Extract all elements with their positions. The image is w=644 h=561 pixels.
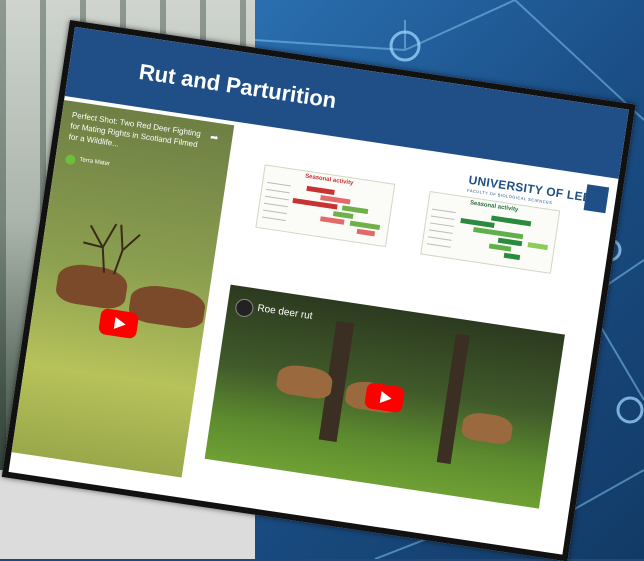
antlers-icon: [83, 223, 141, 275]
deer-figure: [275, 362, 335, 401]
channel-name: Terra Mater: [78, 156, 111, 168]
seasonal-activity-chart-1: Seasonal activity: [255, 164, 396, 248]
youtube-play-button[interactable]: [97, 307, 140, 340]
slide-title: Rut and Parturition: [137, 58, 339, 114]
deer-figure: [460, 410, 515, 446]
video-title: Perfect Shot: Two Red Deer Fighting for …: [68, 110, 202, 150]
deer-figure: [127, 282, 208, 331]
channel-avatar-icon: [234, 297, 255, 319]
channel-avatar-icon: [64, 153, 77, 166]
presentation-slide: Rut and Parturition UNIVERSITY OF LEEDS …: [1, 20, 636, 561]
video-title: Roe deer rut: [256, 302, 314, 323]
university-logo-icon: [583, 184, 610, 214]
video-player-roe-deer[interactable]: Roe deer rut: [204, 284, 565, 509]
youtube-play-button[interactable]: [363, 381, 406, 414]
share-icon[interactable]: ➦: [209, 132, 219, 144]
tree-trunk: [436, 333, 470, 465]
